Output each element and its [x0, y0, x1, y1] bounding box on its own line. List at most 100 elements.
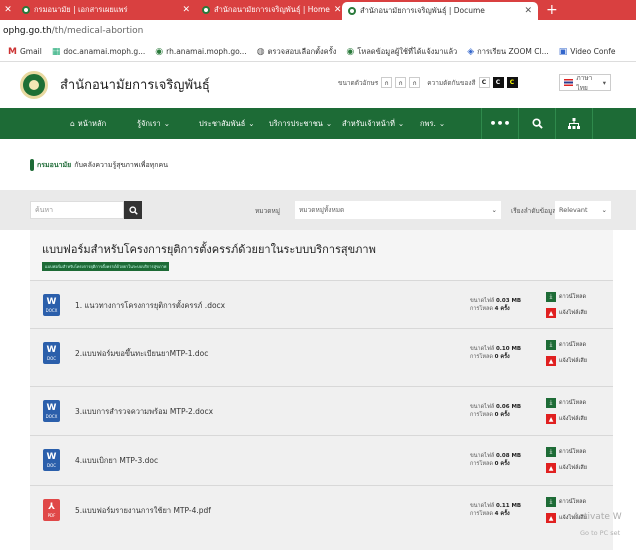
file-size: 0.06 MB: [495, 404, 522, 410]
windows-activation-hint: Go to PC set: [580, 529, 621, 537]
site-favicon-icon: [22, 6, 30, 14]
department-logo[interactable]: [20, 70, 48, 99]
bookmark-label: โหลดข้อมูลผู้ใช้ที่ได้แจ้งมาแล้ว: [357, 46, 458, 56]
category-select[interactable]: หมวดหมู่ทั้งหมด ⌄: [295, 201, 501, 219]
warning-icon: ▲: [546, 414, 556, 424]
bookmark-item[interactable]: ▦ doc.anamai.moph.g...: [52, 47, 145, 57]
nav-item-home[interactable]: ⌂ หน้าหลัก: [70, 118, 106, 130]
font-size-large-button[interactable]: ก: [409, 77, 421, 88]
report-label: แจ้งไฟล์เสีย: [559, 416, 587, 422]
browser-tab[interactable]: สำนักอนามัยการเจริญพันธุ์ | Home ✕: [196, 0, 342, 20]
search-submit-button[interactable]: [124, 201, 142, 219]
nav-item-opdc[interactable]: กพร. ⌄: [420, 118, 445, 130]
sort-label: เรียงลำดับข้อมูล: [511, 207, 557, 215]
browser-tab[interactable]: กรมอนามัย | เอกสารเผยแพร่ ✕: [16, 0, 196, 20]
more-menu-button[interactable]: •••: [482, 108, 518, 139]
search-input[interactable]: ค้นหา: [30, 201, 124, 219]
warning-icon: ▲: [546, 308, 556, 318]
download-button[interactable]: ⤓ ดาวน์โหลด: [546, 398, 586, 408]
search-button[interactable]: [519, 108, 555, 139]
home-icon: ⌂: [70, 119, 75, 128]
file-name-link[interactable]: 5.แบบฟอร์มรายงานการใช้ยา MTP-4.pdf: [75, 505, 211, 517]
category-value: หมวดหมู่ทั้งหมด: [299, 206, 345, 214]
size-label: ขนาดไฟล์: [470, 346, 495, 352]
report-broken-file-button[interactable]: ▲ แจ้งไฟล์เสีย: [546, 308, 587, 318]
bookmark-icon: ◍: [256, 46, 265, 57]
pdf-file-icon: ⅄ PDF: [43, 499, 60, 521]
bookmark-item[interactable]: ◉ โหลดข้อมูลผู้ใช้ที่ได้แจ้งมาแล้ว: [346, 46, 457, 58]
file-name-link[interactable]: 3.แบบการสำรวจความพร้อม MTP-2.docx: [75, 406, 213, 418]
file-name-link[interactable]: 4.แบบเบิกยา MTP-3.doc: [75, 455, 158, 467]
contrast-dark-button[interactable]: C: [492, 77, 504, 88]
download-label: ดาวน์โหลด: [559, 400, 587, 406]
tagline-brand: กรมอนามัย: [37, 160, 72, 169]
bookmark-gmail[interactable]: M Gmail: [8, 47, 42, 57]
nav-label: สำหรับเจ้าหน้าที่: [342, 118, 395, 128]
file-row: W DOC 2.แบบฟอร์มขอขึ้นทะเบียนยาMTP-1.doc …: [30, 328, 613, 376]
site-header: สำนักอนามัยการเจริญพันธุ์ ขนาดตัวอักษร ก…: [0, 63, 636, 106]
file-size: 0.03 MB: [495, 298, 522, 304]
close-icon[interactable]: ✕: [524, 6, 532, 16]
bookmark-label: Gmail: [19, 47, 42, 56]
site-favicon-icon: [348, 7, 356, 15]
sort-select[interactable]: Relevant ⌄: [555, 201, 611, 219]
close-icon[interactable]: ✕: [334, 5, 342, 15]
bookmark-item[interactable]: ▣ Video Confe: [559, 47, 616, 57]
font-size-small-button[interactable]: ก: [381, 77, 393, 88]
nav-item-about[interactable]: รู้จักเรา ⌄: [137, 118, 170, 130]
nav-item-news[interactable]: ประชาสัมพันธ์ ⌄: [199, 118, 255, 130]
report-broken-file-button[interactable]: ▲ แจ้งไฟล์เสีย: [546, 463, 587, 473]
tab-label: กรมอนามัย | เอกสารเผยแพร่: [34, 5, 128, 14]
report-broken-file-button[interactable]: ▲ แจ้งไฟล์เสีย: [546, 356, 587, 366]
close-icon[interactable]: ✕: [0, 0, 16, 20]
nav-item-staff[interactable]: สำหรับเจ้าหน้าที่ ⌄: [342, 118, 404, 130]
file-meta: ขนาดไฟล์ 0.06 MB การโหลด 0 ครั้ง: [470, 403, 521, 419]
sitemap-button[interactable]: [556, 108, 592, 139]
download-button[interactable]: ⤓ ดาวน์โหลด: [546, 292, 586, 302]
contrast-yellow-button[interactable]: C: [506, 77, 518, 88]
bookmark-item[interactable]: ◍ ตรวจสอบเลือกตั้งครั้ง: [257, 46, 337, 58]
file-name-link[interactable]: 1. แนวทางการโครงการยุติการตั้งครรภ์ .doc…: [75, 300, 225, 312]
contrast-label: ความตัดกันของสี: [427, 78, 476, 87]
address-bar[interactable]: ophg.go.th/th/medical-abortion: [0, 20, 636, 42]
bookmark-item[interactable]: ◉ rh.anamai.moph.go...: [155, 47, 246, 57]
file-name-link[interactable]: 2.แบบฟอร์มขอขึ้นทะเบียนยาMTP-1.doc: [75, 348, 208, 360]
language-label: ภาษาไทย: [576, 73, 593, 92]
address-path: /th/medical-abortion: [51, 26, 144, 36]
nav-item-services[interactable]: บริการประชาชน ⌄: [269, 118, 332, 130]
downloads-label: การโหลด: [470, 461, 493, 467]
contrast-normal-button[interactable]: C: [478, 77, 490, 88]
nav-label: บริการประชาชน: [269, 118, 323, 128]
category-label: หมวดหมู่: [255, 207, 281, 215]
file-size: 0.08 MB: [495, 453, 522, 459]
new-tab-icon[interactable]: +: [538, 0, 566, 20]
document-section: แบบฟอร์มสำหรับโครงการยุติการตั้งครรภ์ด้ว…: [30, 230, 613, 550]
language-select[interactable]: ภาษาไทย ▾: [559, 73, 611, 92]
browser-tab-active[interactable]: สำนักอนามัยการเจริญพันธุ์ | Docume ✕: [342, 2, 538, 20]
download-label: ดาวน์โหลด: [559, 294, 587, 300]
bookmark-icon: ◈: [467, 46, 475, 57]
font-size-medium-button[interactable]: ก: [395, 77, 407, 88]
download-icon: ⤓: [546, 340, 556, 350]
report-label: แจ้งไฟล์เสีย: [559, 310, 587, 316]
report-broken-file-button[interactable]: ▲ แจ้งไฟล์เสีย: [546, 414, 587, 424]
download-icon: ⤓: [546, 292, 556, 302]
size-label: ขนาดไฟล์: [470, 404, 495, 410]
download-count: 4 ครั้ง: [494, 306, 510, 312]
file-meta: ขนาดไฟล์ 0.08 MB การโหลด 0 ครั้ง: [470, 452, 521, 468]
download-button[interactable]: ⤓ ดาวน์โหลด: [546, 340, 586, 350]
bookmark-label: doc.anamai.moph.g...: [63, 47, 146, 56]
bookmark-item[interactable]: ◈ การเรียน ZOOM Cl...: [467, 46, 548, 58]
category-tag[interactable]: แบบฟอร์มสำหรับโครงการยุติการตั้งครรภ์ด้ว…: [42, 262, 170, 271]
bookmark-label: การเรียน ZOOM Cl...: [477, 46, 549, 56]
download-button[interactable]: ⤓ ดาวน์โหลด: [546, 497, 586, 507]
download-button[interactable]: ⤓ ดาวน์โหลด: [546, 447, 586, 457]
chevron-down-icon: ⌄: [325, 119, 333, 128]
site-title[interactable]: สำนักอนามัยการเจริญพันธุ์: [60, 74, 210, 95]
word-file-icon: W DOCX: [43, 400, 60, 422]
tagline: กรมอนามัย กับคลังความรู้สุขภาพเพื่อทุกคน: [30, 159, 168, 171]
word-file-icon: W DOC: [43, 449, 60, 471]
bookmark-icon: ▦: [51, 46, 61, 57]
file-meta: ขนาดไฟล์ 0.11 MB การโหลด 4 ครั้ง: [470, 502, 521, 518]
close-icon[interactable]: ✕: [182, 5, 190, 15]
